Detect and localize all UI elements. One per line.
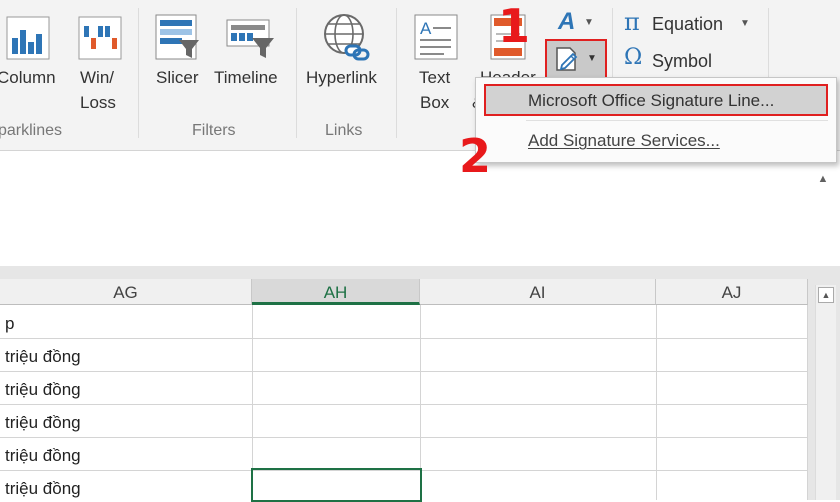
symbol-button[interactable]: Ω Symbol xyxy=(620,45,740,76)
slicer-icon xyxy=(155,14,199,60)
vertical-scrollbar[interactable]: ▲ xyxy=(815,285,836,500)
step-number-1: 1 xyxy=(498,0,531,53)
cell-ag-row-1[interactable]: p xyxy=(5,314,14,334)
slicer-label: Slicer xyxy=(156,68,199,87)
cell-ag-row-6[interactable]: triệu đồng xyxy=(5,479,81,499)
column-gridline xyxy=(807,305,808,500)
menu-item-add-signature-services[interactable]: Add Signature Services... xyxy=(528,131,720,151)
winloss-label-1: Win/ xyxy=(80,68,114,87)
timeline-label: Timeline xyxy=(214,68,278,87)
signature-button-highlight xyxy=(545,39,607,79)
menu-item-signature-line[interactable]: Microsoft Office Signature Line... xyxy=(528,91,774,111)
textbox-button[interactable]: A Text Box xyxy=(406,8,464,120)
column-sparkline-icon xyxy=(6,16,50,60)
column-header-ag[interactable]: AG xyxy=(0,279,252,305)
cell-ag-row-3[interactable]: triệu đồng xyxy=(5,380,81,400)
symbol-omega-icon: Ω xyxy=(624,45,643,70)
ribbon-separator xyxy=(396,8,397,138)
sparklines-group-label: parklines xyxy=(0,122,63,139)
textbox-label-2: Box xyxy=(420,93,450,112)
chevron-down-icon: ▼ xyxy=(740,18,750,29)
timeline-button[interactable]: Timeline xyxy=(212,8,286,120)
cell-ag-row-4[interactable]: triệu đồng xyxy=(5,413,81,433)
hyperlink-globe-icon xyxy=(324,14,370,61)
column-header-aj[interactable]: AJ xyxy=(656,279,808,305)
column-gridline xyxy=(656,305,657,500)
timeline-icon xyxy=(226,19,274,58)
equation-button[interactable]: π Equation ▼ xyxy=(620,8,760,40)
equation-pi-icon: π xyxy=(624,8,640,36)
column-header-ai[interactable]: AI xyxy=(420,279,656,305)
menu-separator xyxy=(526,120,828,121)
svg-text:A: A xyxy=(420,19,432,38)
cell-ag-row-5[interactable]: triệu đồng xyxy=(5,446,81,466)
winloss-sparkline-icon xyxy=(78,16,122,60)
row-gridline xyxy=(0,371,808,372)
winloss-label-2: Loss xyxy=(80,93,116,112)
winloss-sparkline-button[interactable]: Win/ Loss xyxy=(72,8,128,120)
formula-bar-area: ▲ xyxy=(0,163,840,267)
slicer-button[interactable]: Slicer xyxy=(150,8,206,120)
wordart-button[interactable]: A ▼ xyxy=(552,8,600,38)
cell-ag-row-2[interactable]: triệu đồng xyxy=(5,347,81,367)
textbox-label-1: Text xyxy=(419,68,451,87)
row-gridline xyxy=(0,338,808,339)
column-header-ah[interactable]: AH xyxy=(252,279,420,305)
scroll-up-arrow-icon[interactable]: ▲ xyxy=(818,287,834,303)
symbol-label: Symbol xyxy=(652,51,713,71)
ribbon-separator xyxy=(138,8,139,138)
column-label: Column xyxy=(0,68,56,87)
ribbon-separator xyxy=(296,8,297,138)
signature-line-dropdown-menu: Microsoft Office Signature Line... Add S… xyxy=(475,77,837,163)
step-number-2: 2 xyxy=(459,129,492,183)
links-group-label: Links xyxy=(325,122,363,139)
hyperlink-button[interactable]: Hyperlink xyxy=(302,8,388,120)
chevron-down-icon: ▼ xyxy=(584,17,594,28)
column-sparkline-button[interactable]: Column xyxy=(0,8,62,120)
active-cell-selection[interactable] xyxy=(251,468,422,502)
equation-label: Equation xyxy=(652,14,724,34)
textbox-icon: A xyxy=(414,14,458,60)
row-gridline xyxy=(0,404,808,405)
scroll-up-arrow-icon[interactable]: ▲ xyxy=(815,171,831,187)
wordart-icon: A xyxy=(558,8,576,35)
filters-group-label: Filters xyxy=(192,122,236,139)
row-gridline xyxy=(0,437,808,438)
hyperlink-label: Hyperlink xyxy=(306,68,377,87)
